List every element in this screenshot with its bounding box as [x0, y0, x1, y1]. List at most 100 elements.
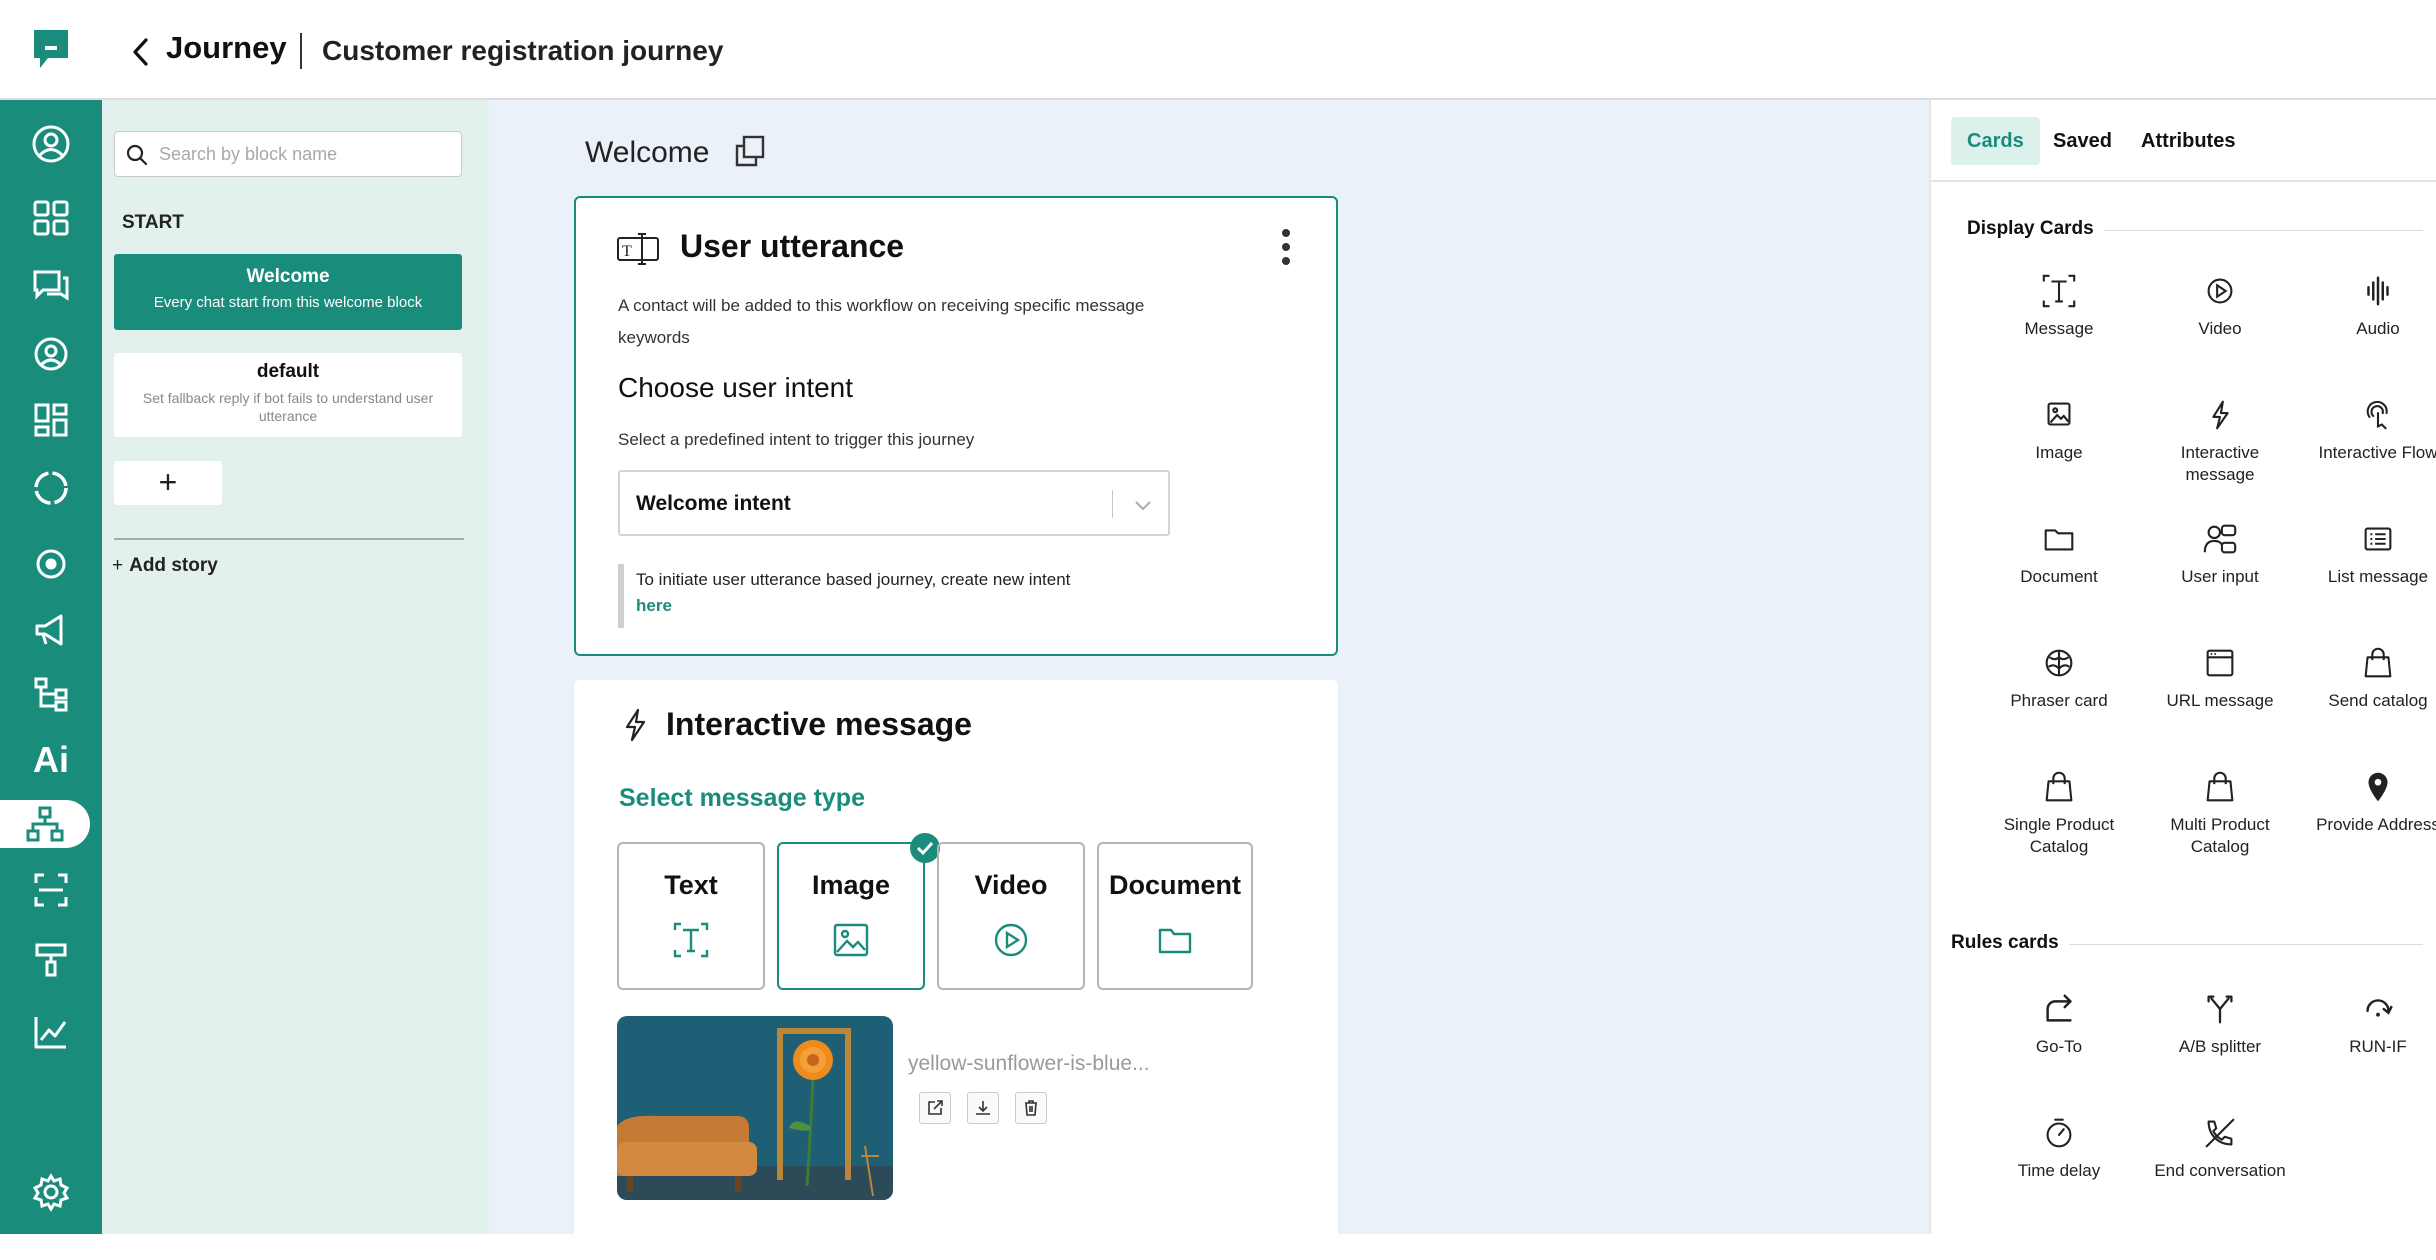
scan-icon[interactable]	[25, 866, 77, 914]
intent-note: To initiate user utterance based journey…	[618, 564, 1178, 628]
tab-cards[interactable]: Cards	[1951, 117, 2040, 165]
touch-icon	[2366, 400, 2388, 430]
card-image[interactable]: Image	[1974, 396, 2144, 464]
analytics-icon[interactable]	[25, 1008, 77, 1056]
card-multi-product-catalog[interactable]: Multi Product Catalog	[2135, 768, 2305, 858]
goto-icon	[2046, 994, 2072, 1022]
select-divider	[1112, 490, 1113, 518]
runif-icon	[2366, 999, 2393, 1017]
card-interactive-flow[interactable]: Interactive Flow	[2293, 396, 2436, 464]
user-input-icon	[2203, 524, 2237, 554]
support-icon[interactable]	[25, 540, 77, 588]
block-search[interactable]	[114, 131, 462, 177]
search-icon	[126, 144, 148, 166]
section-title[interactable]: Journey	[166, 30, 287, 66]
card-phraser[interactable]: Phraser card	[1974, 644, 2144, 712]
block-name: default	[256, 361, 320, 382]
card-label: Go-To	[2035, 1037, 2083, 1056]
card-label: URL message	[2166, 691, 2274, 710]
intent-subtitle: Select a predefined intent to trigger th…	[618, 430, 975, 449]
card-audio[interactable]: Audio	[2293, 272, 2436, 340]
card-description: A contact will be added to this workflow…	[618, 296, 1145, 347]
more-options-icon[interactable]	[1274, 226, 1298, 268]
open-image-button[interactable]	[919, 1092, 951, 1124]
download-icon	[976, 1101, 990, 1115]
settings-icon[interactable]	[25, 1168, 77, 1216]
block-list-panel: START Welcome Every chat start from this…	[102, 100, 489, 1234]
lifebuoy-icon[interactable]	[25, 464, 77, 512]
image-icon	[2047, 402, 2071, 426]
card-time-delay[interactable]: Time delay	[1974, 1114, 2144, 1182]
ai-icon[interactable]: Ai	[25, 736, 77, 784]
card-url-message[interactable]: URL message	[2135, 644, 2305, 712]
text-icon	[673, 922, 709, 958]
tab-saved[interactable]: Saved	[2037, 117, 2128, 165]
contact-icon[interactable]	[25, 120, 77, 168]
card-ab-splitter[interactable]: A/B splitter	[2135, 990, 2305, 1058]
paint-icon[interactable]	[25, 936, 77, 984]
type-video-button[interactable]: Video	[937, 842, 1085, 990]
intent-select[interactable]: Welcome intent	[618, 470, 1170, 536]
play-icon	[994, 923, 1028, 957]
tab-attributes[interactable]: Attributes	[2125, 117, 2251, 165]
bolt-icon	[2212, 400, 2229, 430]
app-logo-icon[interactable]	[32, 28, 70, 70]
card-label: Audio	[2356, 319, 2400, 338]
add-story-button[interactable]: + Add story	[112, 555, 218, 577]
profile-icon[interactable]	[25, 330, 77, 378]
plus-icon: +	[112, 555, 124, 576]
search-input[interactable]	[159, 138, 449, 170]
chevron-down-icon[interactable]	[1132, 494, 1154, 516]
widgets-icon[interactable]	[25, 396, 77, 444]
card-message[interactable]: Message	[1974, 272, 2144, 340]
card-goto[interactable]: Go-To	[1974, 990, 2144, 1058]
chat-icon[interactable]	[25, 262, 77, 310]
type-label: Text	[664, 870, 718, 900]
external-link-icon	[928, 1100, 943, 1115]
card-list-message[interactable]: List message	[2293, 520, 2436, 588]
add-story-label: Add story	[129, 555, 218, 576]
flow-icon[interactable]	[25, 670, 77, 718]
type-label: Document	[1108, 870, 1241, 900]
type-text-button[interactable]: Text	[617, 842, 765, 990]
card-send-catalog[interactable]: Send catalog	[2293, 644, 2436, 712]
card-provide-address[interactable]: Provide Address	[2293, 768, 2436, 836]
card-single-product-catalog[interactable]: Single Product Catalog	[1974, 768, 2144, 858]
card-label: Send catalog	[2328, 691, 2428, 710]
card-title: User utterance	[680, 228, 905, 264]
card-end-conversation[interactable]: End conversation	[2135, 1114, 2305, 1182]
add-block-button[interactable]: +	[114, 461, 222, 505]
interactive-message-card[interactable]: Interactive message Select message type …	[574, 680, 1338, 1260]
message-type-heading: Select message type	[619, 784, 865, 812]
card-interactive-message[interactable]: Interactive message	[2135, 396, 2305, 486]
display-cards-heading: Display Cards	[1967, 218, 2104, 240]
top-bar: Journey Customer registration journey	[0, 0, 2436, 100]
type-image-button[interactable]: Image	[777, 833, 940, 990]
delete-image-button[interactable]	[1015, 1092, 1047, 1124]
card-label: User input	[2181, 567, 2259, 586]
card-label: Message	[2024, 319, 2094, 338]
copy-icon[interactable]	[734, 134, 766, 168]
card-run-if[interactable]: RUN-IF	[2293, 990, 2436, 1058]
card-document[interactable]: Document	[1974, 520, 2144, 588]
create-intent-link[interactable]: here	[636, 596, 1178, 616]
download-image-button[interactable]	[967, 1092, 999, 1124]
bolt-icon	[625, 708, 646, 742]
breadcrumb-divider	[300, 33, 302, 69]
block-default[interactable]: default Set fallback reply if bot fails …	[114, 353, 462, 437]
journey-icon[interactable]	[0, 800, 90, 848]
card-label: Multi Product Catalog	[2170, 815, 2270, 856]
campaign-icon[interactable]	[25, 606, 77, 654]
text-icon	[2042, 274, 2076, 308]
card-video[interactable]: Video	[2135, 272, 2305, 340]
pin-icon	[2368, 772, 2388, 802]
back-chevron-icon[interactable]	[128, 36, 154, 68]
type-document-button[interactable]: Document	[1097, 842, 1253, 990]
card-user-input[interactable]: User input	[2135, 520, 2305, 588]
block-welcome[interactable]: Welcome Every chat start from this welco…	[114, 254, 462, 330]
user-utterance-card[interactable]: T User utterance A contact will be added…	[574, 196, 1338, 656]
nav-rail: Ai	[0, 100, 102, 1234]
dashboard-icon[interactable]	[25, 194, 77, 242]
type-label: Video	[974, 870, 1048, 900]
uploaded-image-thumbnail[interactable]	[617, 1016, 893, 1200]
